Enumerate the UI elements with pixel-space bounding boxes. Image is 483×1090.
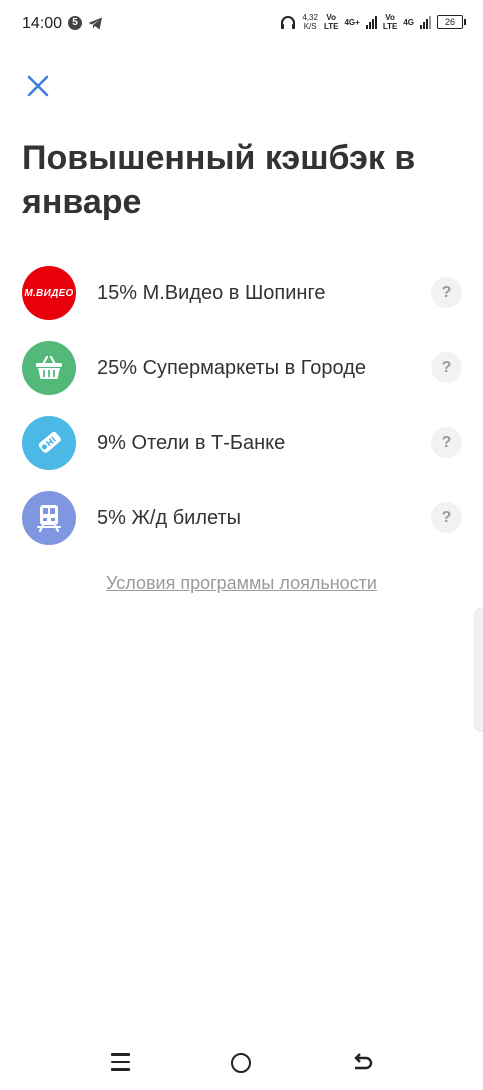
- close-button[interactable]: [22, 70, 54, 102]
- offer-help-button[interactable]: ?: [431, 427, 462, 458]
- offer-item-hotels[interactable]: 9% Отели в Т-Банке ?: [0, 406, 483, 481]
- sim1-volte-top: Vo: [326, 13, 337, 22]
- sim2-network: 4G: [403, 17, 414, 27]
- telegram-icon: [88, 17, 102, 29]
- battery-icon: 26: [437, 15, 466, 29]
- offer-item-train-tickets[interactable]: 5% Ж/д билеты ?: [0, 481, 483, 556]
- sim2-signal-icon: [420, 15, 431, 29]
- home-button[interactable]: [231, 1053, 251, 1073]
- back-icon: [354, 1053, 373, 1070]
- offer-label: 9% Отели в Т-Банке: [97, 432, 286, 454]
- offer-label: 25% Супермаркеты в Городе: [97, 357, 367, 379]
- sim1-volte-bottom: LTE: [323, 22, 339, 31]
- status-bar: 14:00 5 4,32 K/S Vo LTE 4G+ Vo LTE 4G 26: [0, 0, 483, 48]
- notification-count-badge: 5: [68, 16, 82, 30]
- recent-apps-button[interactable]: [111, 1053, 130, 1073]
- loyalty-program-link[interactable]: Условия программы лояльности: [0, 573, 483, 594]
- sim2-volte: Vo LTE: [383, 13, 398, 31]
- close-icon: [27, 75, 49, 97]
- system-navigation-bar: [0, 1040, 483, 1090]
- cashback-offer-list: М.ВИДЕО 15% М.Видео в Шопинге ? 25% Супе…: [0, 256, 483, 556]
- sim1-volte: Vo LTE: [324, 13, 339, 31]
- network-speed: 4,32 K/S: [302, 13, 318, 31]
- offer-help-button[interactable]: ?: [431, 352, 462, 383]
- status-notifications: 5: [68, 16, 103, 30]
- status-time: 14:00: [22, 15, 63, 32]
- status-indicators: 4,32 K/S Vo LTE 4G+ Vo LTE 4G 26: [280, 13, 466, 31]
- offer-item-supermarkets[interactable]: 25% Супермаркеты в Городе ?: [0, 331, 483, 406]
- offer-label: 15% М.Видео в Шопинге: [97, 282, 326, 304]
- offer-item-mvideo[interactable]: М.ВИДЕО 15% М.Видео в Шопинге ?: [0, 256, 483, 331]
- network-speed-value: 4,32: [302, 13, 318, 22]
- network-speed-unit: K/S: [303, 22, 317, 31]
- hotel-tag-icon: [22, 416, 76, 470]
- basket-icon: [22, 341, 76, 395]
- page-title: Повышенный кэшбэк в январе: [22, 139, 416, 221]
- headphones-icon: [281, 15, 296, 29]
- offer-help-button[interactable]: ?: [431, 502, 462, 533]
- back-button[interactable]: [352, 1052, 374, 1074]
- sim2-volte-top: Vo: [385, 13, 395, 22]
- sim2-volte-bottom: LTE: [382, 22, 398, 31]
- mvideo-logo-text: М.ВИДЕО: [24, 287, 74, 299]
- edge-panel-handle[interactable]: [474, 608, 483, 732]
- sim1-signal-icon: [365, 15, 377, 29]
- offer-help-button[interactable]: ?: [431, 277, 462, 308]
- offer-label: 5% Ж/д билеты: [97, 507, 242, 529]
- mvideo-logo: М.ВИДЕО: [22, 266, 76, 320]
- sim1-network: 4G+: [344, 17, 360, 27]
- train-icon: [22, 491, 76, 545]
